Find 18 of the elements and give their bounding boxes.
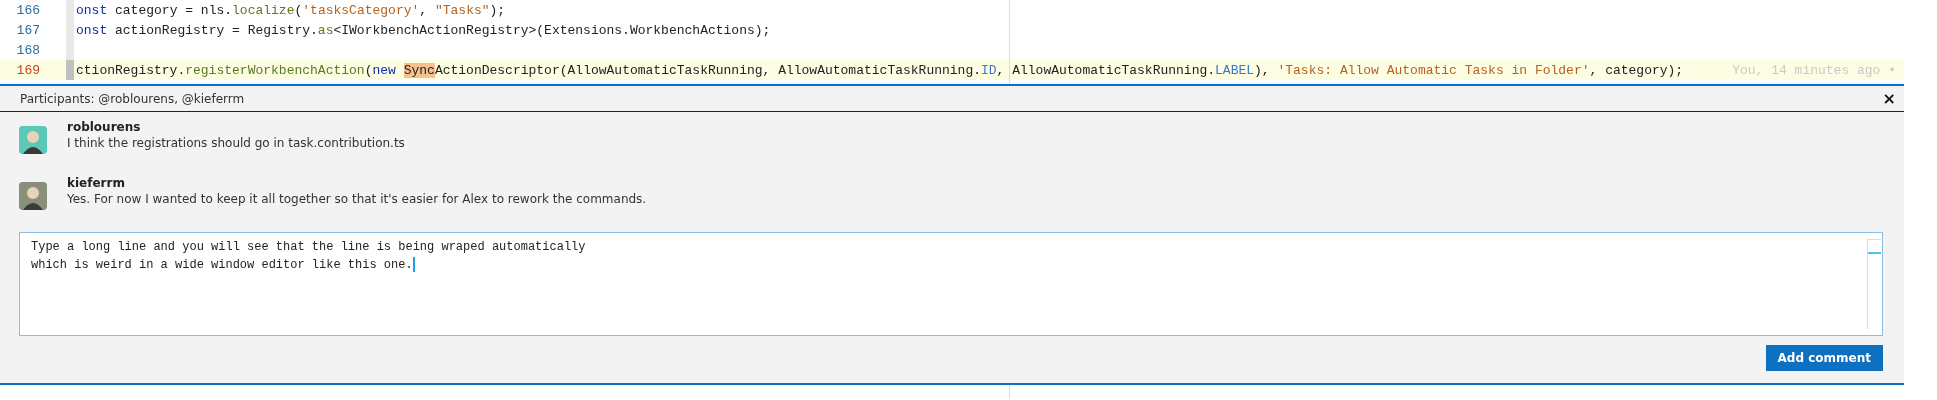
code-text: onst category = nls.localize('tasksCategory', "Tasks"); [76,2,506,18]
avatar-icon [19,126,47,154]
line-number: 167 [15,22,40,38]
line-number: 166 [15,2,40,18]
scrollbar[interactable] [1867,239,1881,329]
line-number: 169 [15,62,40,78]
comment-text: I think the registrations should go in task.contribution.ts [67,136,405,150]
add-comment-button[interactable]: Add comment [1765,345,1883,371]
comment-author: kieferrm [67,176,126,190]
avatar-icon [19,182,47,210]
code-text: ctionRegistry.registerWorkbenchAction(new SyncActionDescriptor(AllowAutomaticTaskRunning, AllowAutomaticTaskRunning.ID, AllowAutomaticTaskRunning.LABEL), 'Tasks: Allow Automatic Tasks in Folder', category); [76,62,1684,78]
comment-text: Yes. For now I wanted to keep it all together so that it's easier for Alex to rework the commands. [67,192,647,206]
comment-author: roblourens [67,120,142,134]
close-button[interactable]: × [1882,89,1896,108]
participants-label: Participants: @roblourens, @kieferrm [20,91,245,106]
code-text: onst actionRegistry = Registry.as<IWorkbenchActionRegistry>(Extensions.WorkbenchActions); [76,22,771,38]
line-number: 168 [15,42,40,58]
comment-input[interactable]: Type a long line and you will see that the line is being wraped automatically which is weird in a wide window editor like this one. [19,232,1883,336]
